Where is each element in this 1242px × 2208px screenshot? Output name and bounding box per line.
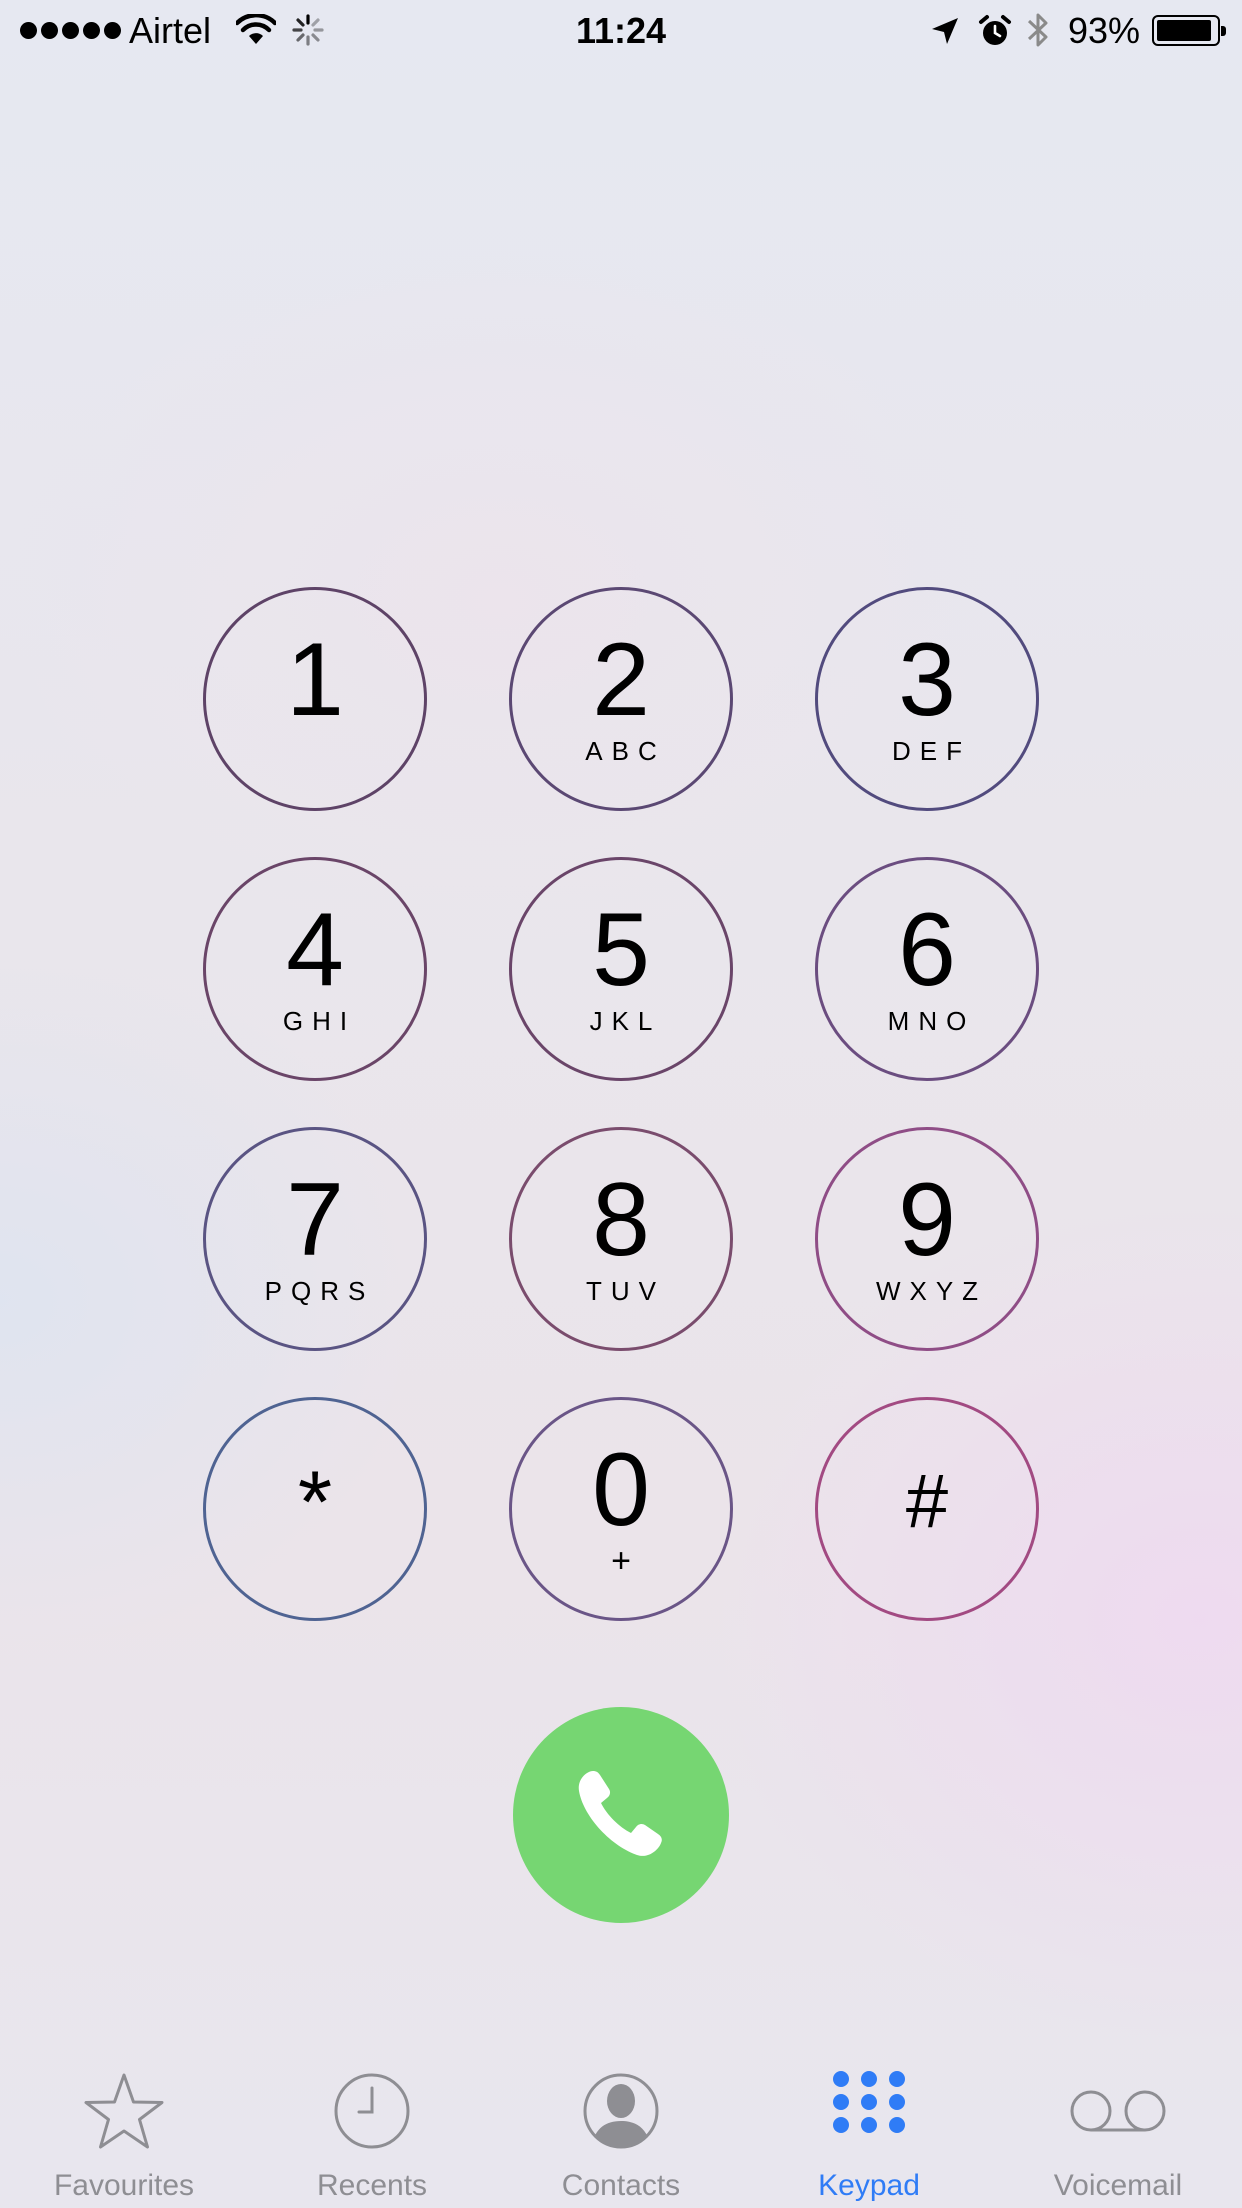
star-icon [82,2062,166,2160]
key-digit: * [297,1452,333,1551]
key-letters: MNO [887,1006,976,1036]
tab-label: Keypad [818,2169,920,2202]
key-7[interactable]: 7 PQRS [203,1127,427,1351]
key-letters: JKL [589,1006,662,1036]
key-0[interactable]: 0 + [509,1397,733,1621]
key-letters: PQRS [264,1276,375,1306]
key-digit: 1 [286,622,344,738]
key-letters: DEF [892,736,971,766]
call-button[interactable] [513,1707,729,1923]
key-digit: 7 [286,1162,344,1278]
key-2[interactable]: 2 ABC [509,587,733,811]
tab-label: Favourites [53,2169,195,2202]
tab-voicemail[interactable]: Voicemail [994,2060,1242,2208]
key-9[interactable]: 9 WXYZ [815,1127,1039,1351]
key-5[interactable]: 5 JKL [509,857,733,1081]
key-letters: ABC [585,736,666,766]
key-letters: + [611,1542,631,1580]
key-4[interactable]: 4 GHI [203,857,427,1081]
contact-silhouette-icon [581,2062,661,2160]
key-digit: # [905,1459,949,1544]
tab-keypad[interactable]: Keypad [745,2060,993,2208]
voicemail-icon [1068,2062,1168,2160]
key-8[interactable]: 8 TUV [509,1127,733,1351]
key-digit: 2 [592,622,650,738]
tab-favourites[interactable]: Favourites [0,2060,248,2208]
key-hash[interactable]: # [815,1397,1039,1621]
key-3[interactable]: 3 DEF [815,587,1039,811]
tab-label: Contacts [561,2169,681,2202]
key-digit: 9 [898,1162,956,1278]
key-digit: 8 [592,1162,650,1278]
phone-handset-icon [571,1763,671,1868]
key-letters: TUV [586,1276,665,1306]
key-digit: 6 [898,892,956,1008]
key-1[interactable]: 1 [203,587,427,811]
key-digit: 4 [286,892,344,1008]
dial-keypad: 1 2 ABC 3 DEF 4 GHI 5 JKL 6 MNO 7 PQRS 8… [0,0,1242,1700]
key-digit: 0 [592,1432,650,1548]
key-digit: 5 [592,892,650,1008]
clock-icon [332,2062,412,2160]
tab-label: Recents [316,2169,428,2202]
tab-bar: Favourites Recents Contacts Keypad Voice… [0,2060,1242,2208]
key-letters: WXYZ [875,1276,988,1306]
key-digit: 3 [898,622,956,738]
key-6[interactable]: 6 MNO [815,857,1039,1081]
key-letters: GHI [282,1006,357,1036]
tab-label: Voicemail [1053,2169,1183,2202]
keypad-grid-icon [829,2062,909,2160]
tab-contacts[interactable]: Contacts [497,2060,745,2208]
tab-recents[interactable]: Recents [248,2060,496,2208]
key-star[interactable]: * [203,1397,427,1621]
